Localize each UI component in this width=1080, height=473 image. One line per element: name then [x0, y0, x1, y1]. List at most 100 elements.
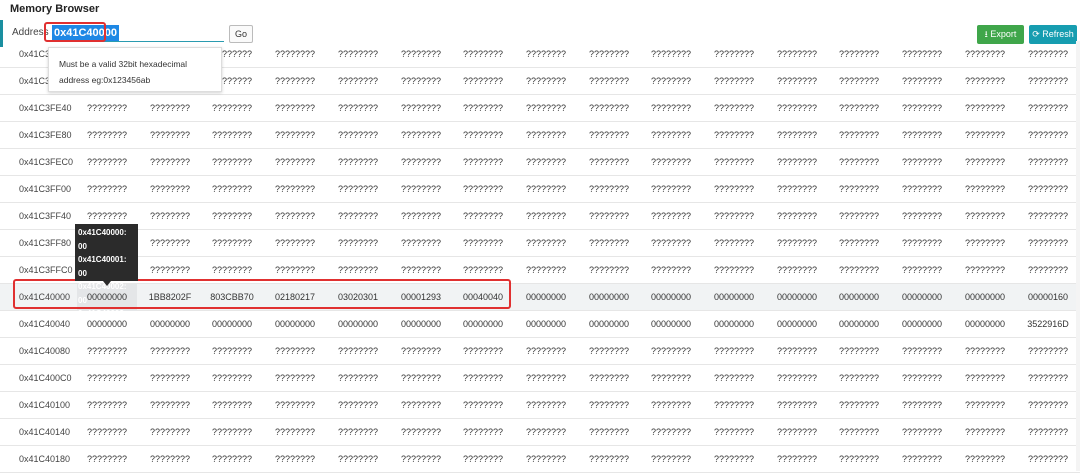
memory-cell[interactable]: ???????? — [767, 419, 827, 446]
memory-cell[interactable]: ???????? — [328, 365, 388, 392]
memory-cell[interactable]: ???????? — [892, 365, 952, 392]
memory-cell[interactable]: ???????? — [579, 149, 639, 176]
memory-cell[interactable]: ???????? — [767, 122, 827, 149]
memory-cell[interactable]: ???????? — [704, 176, 764, 203]
memory-cell[interactable]: ???????? — [391, 446, 451, 473]
memory-cell[interactable]: ???????? — [892, 257, 952, 284]
memory-cell[interactable]: ???????? — [453, 122, 513, 149]
memory-cell[interactable]: ???????? — [955, 365, 1015, 392]
memory-cell[interactable]: ???????? — [955, 203, 1015, 230]
memory-cell[interactable]: ???????? — [202, 419, 262, 446]
memory-cell[interactable]: ???????? — [704, 419, 764, 446]
memory-cell[interactable]: ???????? — [892, 230, 952, 257]
memory-cell[interactable]: ???????? — [767, 338, 827, 365]
memory-cell[interactable]: ???????? — [641, 68, 701, 95]
memory-cell[interactable]: 00000000 — [140, 311, 200, 338]
memory-cell[interactable]: ???????? — [829, 446, 889, 473]
memory-cell[interactable]: ???????? — [77, 392, 137, 419]
memory-cell[interactable]: ???????? — [955, 338, 1015, 365]
memory-cell[interactable]: ???????? — [829, 95, 889, 122]
memory-cell[interactable]: ???????? — [704, 338, 764, 365]
memory-cell[interactable]: 00000000 — [202, 311, 262, 338]
memory-cell[interactable]: ???????? — [453, 41, 513, 68]
memory-cell[interactable]: ???????? — [955, 41, 1015, 68]
memory-cell[interactable]: ???????? — [955, 230, 1015, 257]
memory-cell[interactable]: ???????? — [829, 176, 889, 203]
memory-cell[interactable]: ???????? — [955, 68, 1015, 95]
memory-cell[interactable]: ???????? — [265, 95, 325, 122]
memory-cell[interactable]: ???????? — [516, 95, 576, 122]
memory-cell[interactable]: ???????? — [77, 176, 137, 203]
memory-cell[interactable]: ???????? — [955, 392, 1015, 419]
memory-cell[interactable]: ???????? — [202, 392, 262, 419]
memory-cell[interactable]: ???????? — [516, 392, 576, 419]
memory-cell[interactable]: ???????? — [829, 149, 889, 176]
memory-cell[interactable]: ???????? — [391, 122, 451, 149]
memory-cell[interactable]: ???????? — [202, 338, 262, 365]
memory-cell[interactable]: ???????? — [391, 392, 451, 419]
memory-cell[interactable]: ???????? — [140, 365, 200, 392]
memory-cell[interactable]: ???????? — [391, 203, 451, 230]
memory-cell[interactable]: ???????? — [892, 419, 952, 446]
memory-cell[interactable]: ???????? — [704, 392, 764, 419]
memory-cell[interactable]: ???????? — [704, 122, 764, 149]
memory-cell[interactable]: ???????? — [579, 230, 639, 257]
memory-cell[interactable]: ???????? — [641, 257, 701, 284]
memory-cell[interactable]: ???????? — [453, 149, 513, 176]
memory-cell[interactable]: 00000000 — [704, 311, 764, 338]
memory-cell[interactable]: ???????? — [767, 68, 827, 95]
vertical-scrollbar[interactable] — [1076, 41, 1080, 471]
memory-cell[interactable]: ???????? — [955, 149, 1015, 176]
memory-cell[interactable]: ???????? — [140, 203, 200, 230]
memory-cell[interactable]: ???????? — [1018, 419, 1078, 446]
memory-cell[interactable]: ???????? — [641, 419, 701, 446]
memory-cell[interactable]: ???????? — [955, 257, 1015, 284]
memory-cell[interactable]: ???????? — [829, 257, 889, 284]
memory-cell[interactable]: ???????? — [140, 95, 200, 122]
memory-cell[interactable]: ???????? — [579, 68, 639, 95]
memory-cell[interactable]: ???????? — [265, 41, 325, 68]
memory-cell[interactable]: ???????? — [202, 122, 262, 149]
memory-cell[interactable]: ???????? — [1018, 203, 1078, 230]
memory-cell[interactable]: ???????? — [328, 338, 388, 365]
memory-cell[interactable]: ???????? — [704, 203, 764, 230]
memory-cell[interactable]: ???????? — [265, 203, 325, 230]
memory-cell[interactable]: ???????? — [265, 68, 325, 95]
memory-cell[interactable]: ???????? — [265, 149, 325, 176]
memory-cell[interactable]: ???????? — [641, 176, 701, 203]
memory-cell[interactable]: ???????? — [140, 419, 200, 446]
memory-cell[interactable]: ???????? — [453, 176, 513, 203]
memory-cell[interactable]: ???????? — [516, 446, 576, 473]
memory-cell[interactable]: ???????? — [265, 338, 325, 365]
memory-cell[interactable]: ???????? — [892, 338, 952, 365]
memory-cell[interactable]: ???????? — [516, 176, 576, 203]
memory-cell[interactable]: ???????? — [955, 95, 1015, 122]
memory-cell[interactable]: ???????? — [704, 41, 764, 68]
memory-cell[interactable]: 00000000 — [328, 311, 388, 338]
memory-cell[interactable]: ???????? — [328, 41, 388, 68]
memory-cell[interactable]: ???????? — [704, 446, 764, 473]
memory-cell[interactable]: ???????? — [579, 338, 639, 365]
memory-cell[interactable]: ???????? — [391, 419, 451, 446]
memory-cell[interactable]: ???????? — [453, 338, 513, 365]
memory-cell[interactable]: ???????? — [453, 446, 513, 473]
memory-cell[interactable]: ???????? — [453, 203, 513, 230]
memory-cell[interactable]: ???????? — [579, 176, 639, 203]
memory-cell[interactable]: ???????? — [202, 149, 262, 176]
memory-cell[interactable]: ???????? — [829, 203, 889, 230]
memory-cell[interactable]: ???????? — [328, 176, 388, 203]
memory-cell[interactable]: ???????? — [516, 230, 576, 257]
memory-cell[interactable]: ???????? — [328, 68, 388, 95]
memory-cell[interactable]: 00000000 — [579, 284, 639, 311]
memory-cell[interactable]: 00000000 — [516, 311, 576, 338]
memory-cell[interactable]: ???????? — [704, 149, 764, 176]
memory-cell[interactable]: ???????? — [767, 365, 827, 392]
memory-cell[interactable]: ???????? — [767, 149, 827, 176]
memory-cell[interactable]: 00000000 — [265, 311, 325, 338]
memory-cell[interactable]: ???????? — [391, 230, 451, 257]
memory-cell[interactable]: ???????? — [391, 95, 451, 122]
memory-cell[interactable]: ???????? — [77, 95, 137, 122]
memory-cell[interactable]: ???????? — [140, 176, 200, 203]
memory-cell[interactable]: ???????? — [767, 176, 827, 203]
memory-cell[interactable]: ???????? — [829, 41, 889, 68]
